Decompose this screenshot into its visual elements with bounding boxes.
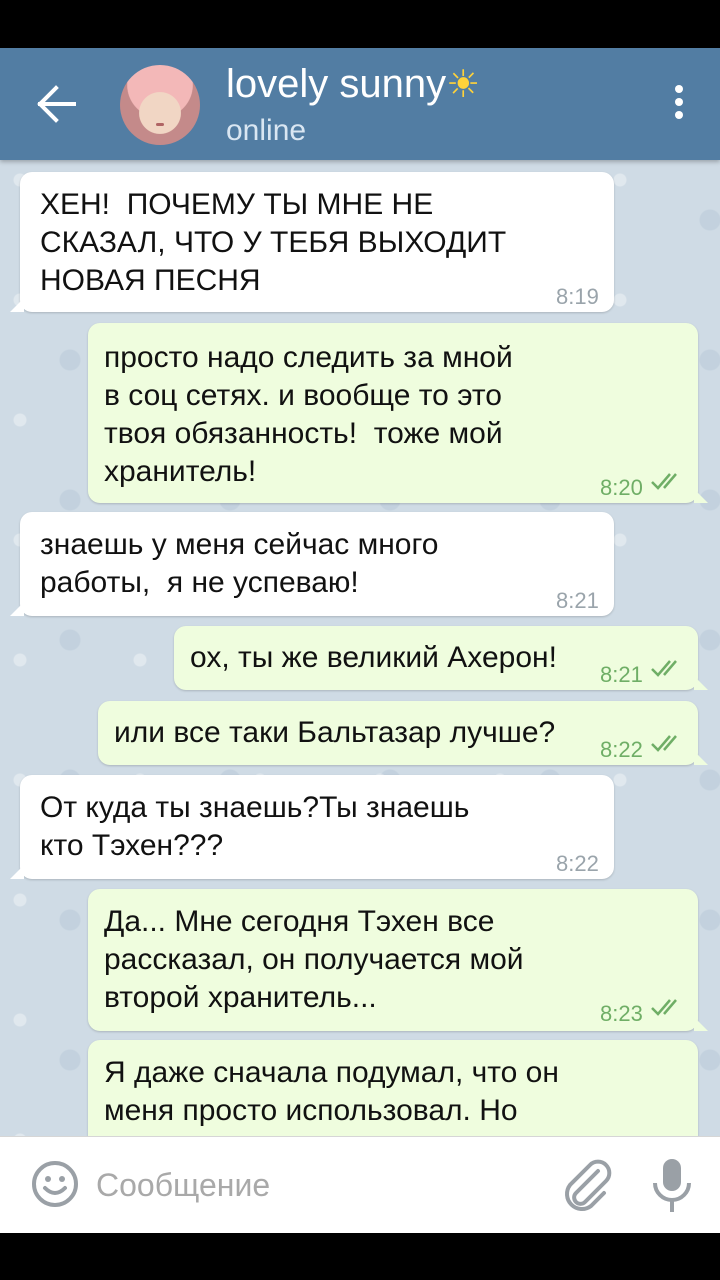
navigation-bar <box>0 1232 720 1280</box>
contact-avatar[interactable] <box>120 65 200 145</box>
message-bubble-outgoing[interactable]: ох, ты же великий Ахерон! 8:21 <box>174 626 708 690</box>
microphone-icon <box>653 1159 691 1212</box>
message-text: знаешь у меня сейчас много работы, я не … <box>40 528 439 599</box>
message-time: 8:23 <box>600 1001 643 1026</box>
emoji-button[interactable] <box>30 1159 80 1209</box>
arrow-left-icon <box>37 85 76 123</box>
message-text: От куда ты знаешь?Ты знаешь кто Тэхен??? <box>40 791 470 862</box>
double-check-icon <box>651 660 677 677</box>
message-bubble-incoming[interactable]: ХЕН! ПОЧЕМУ ТЫ МНЕ НЕ СКАЗАЛ, ЧТО У ТЕБЯ… <box>10 172 614 312</box>
chat-status: online <box>226 114 307 147</box>
message-bubble-outgoing[interactable]: просто надо следить за мной в соц сетях.… <box>88 323 708 503</box>
message-text: ох, ты же великий Ахерон! <box>190 641 557 674</box>
message-time: 8:20 <box>600 475 643 500</box>
message-time: 8:19 <box>556 284 599 309</box>
message-list[interactable]: ХЕН! ПОЧЕМУ ТЫ МНЕ НЕ СКАЗАЛ, ЧТО У ТЕБЯ… <box>0 160 720 1136</box>
message-time: 8:22 <box>600 737 643 762</box>
message-text: Я даже сначала подумал, что он меня прос… <box>104 1056 559 1127</box>
message-time: 8:21 <box>600 662 643 687</box>
double-check-icon <box>651 999 677 1016</box>
message-time: 8:21 <box>556 588 599 613</box>
message-time: 8:22 <box>556 851 599 876</box>
message-bubble-outgoing[interactable]: или все таки Бальтазар лучше? 8:22 <box>98 701 708 765</box>
message-bubble-outgoing[interactable]: Да... Мне сегодня Тэхен все рассказал, о… <box>88 889 708 1031</box>
message-text: Да... Мне сегодня Тэхен все рассказал, о… <box>104 905 524 1014</box>
more-vert-icon <box>664 85 694 119</box>
message-bubble-outgoing[interactable]: Я даже сначала подумал, что он меня прос… <box>88 1040 698 1136</box>
chat-title[interactable]: lovely sunny☀ <box>226 62 480 107</box>
back-button[interactable] <box>30 82 82 126</box>
chat-title-text: lovely sunny <box>226 62 447 106</box>
paperclip-icon <box>565 1159 612 1211</box>
message-composer <box>0 1136 720 1233</box>
message-bubble-incoming[interactable]: знаешь у меня сейчас много работы, я не … <box>10 512 614 616</box>
message-input[interactable] <box>96 1161 536 1209</box>
sun-emoji-icon: ☀ <box>446 64 481 106</box>
message-text: ХЕН! ПОЧЕМУ ТЫ МНЕ НЕ СКАЗАЛ, ЧТО У ТЕБЯ… <box>40 188 507 297</box>
status-bar <box>0 0 720 48</box>
message-bubble-incoming[interactable]: От куда ты знаешь?Ты знаешь кто Тэхен???… <box>10 775 614 879</box>
message-text: или все таки Бальтазар лучше? <box>114 716 556 749</box>
more-options-button[interactable] <box>664 82 694 126</box>
voice-message-button[interactable] <box>650 1157 694 1215</box>
double-check-icon <box>651 473 677 490</box>
attach-button[interactable] <box>560 1157 614 1213</box>
emoji-icon <box>32 1161 78 1207</box>
message-text: просто надо следить за мной в соц сетях.… <box>104 341 513 488</box>
chat-header: lovely sunny☀ online <box>0 48 720 160</box>
double-check-icon <box>651 735 677 752</box>
